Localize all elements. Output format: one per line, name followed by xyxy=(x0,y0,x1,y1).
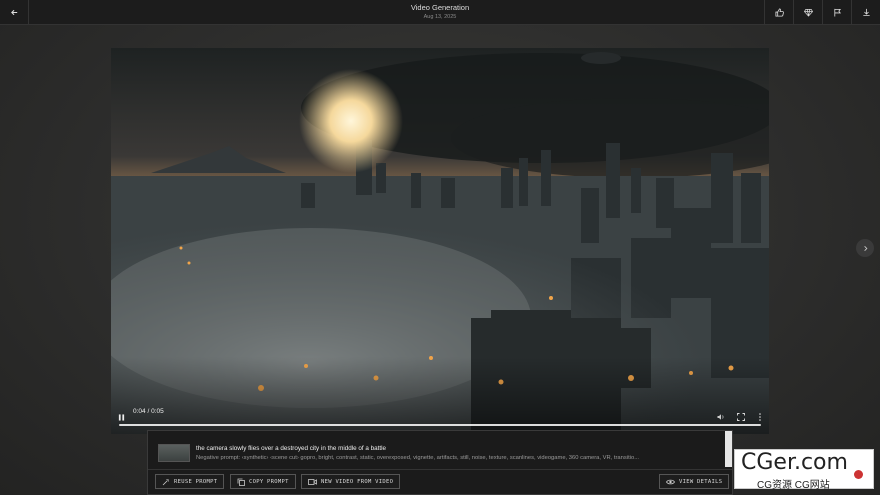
watermark: CGer.com CG资源 CG网站 xyxy=(734,449,874,491)
prompt-text: the camera slowly flies over a destroyed… xyxy=(196,445,387,452)
view-details-button[interactable]: VIEW DETAILS xyxy=(659,474,730,489)
download-button[interactable] xyxy=(851,0,880,25)
volume-icon xyxy=(717,414,724,420)
video-thumbnail[interactable] xyxy=(158,444,190,462)
thumbs-up-icon xyxy=(774,8,784,17)
video-camera-icon xyxy=(308,478,317,485)
next-button[interactable] xyxy=(856,239,874,257)
page-date: Aug 13, 2025 xyxy=(423,14,457,20)
watermark-title: CGer.com xyxy=(741,450,848,475)
chevron-right-icon xyxy=(863,245,867,251)
copy-prompt-button[interactable]: COPY PROMPT xyxy=(230,474,296,489)
video-frame-image xyxy=(111,48,769,434)
pause-icon xyxy=(118,414,125,421)
watermark-dot xyxy=(854,470,863,479)
new-video-from-video-label: NEW VIDEO FROM VIDEO xyxy=(321,478,394,485)
watermark-subtitle: CG资源 CG网站 xyxy=(757,480,830,491)
page-title: Video Generation xyxy=(410,3,470,12)
copy-icon xyxy=(237,478,245,486)
time-display: 0:04 / 0:05 xyxy=(133,408,164,415)
video-player[interactable] xyxy=(111,48,769,434)
gem-button[interactable] xyxy=(793,0,822,25)
fullscreen-icon xyxy=(737,413,745,421)
view-details-label: VIEW DETAILS xyxy=(679,478,723,485)
copy-prompt-label: COPY PROMPT xyxy=(249,478,289,485)
video-progress-bar[interactable] xyxy=(119,424,761,426)
more-vertical-icon xyxy=(759,413,761,421)
divider xyxy=(148,469,732,470)
like-button[interactable] xyxy=(764,0,793,25)
download-icon xyxy=(862,8,870,17)
magic-wand-icon xyxy=(162,478,169,485)
negative-prompt-text: Negative prompt: ‹synthetic› ‹scene cut›… xyxy=(196,455,640,461)
eye-icon xyxy=(666,479,675,484)
reuse-prompt-button[interactable]: REUSE PROMPT xyxy=(155,474,225,489)
gem-icon xyxy=(803,8,813,17)
report-button[interactable] xyxy=(822,0,851,25)
new-video-from-video-button[interactable]: NEW VIDEO FROM VIDEO xyxy=(301,474,401,489)
top-bar: Video Generation Aug 13, 2025 xyxy=(0,0,880,25)
generation-details-panel: the camera slowly flies over a destroyed… xyxy=(147,430,733,495)
reuse-prompt-label: REUSE PROMPT xyxy=(174,478,218,485)
scrollbar[interactable] xyxy=(725,431,732,467)
flag-icon xyxy=(833,8,841,17)
